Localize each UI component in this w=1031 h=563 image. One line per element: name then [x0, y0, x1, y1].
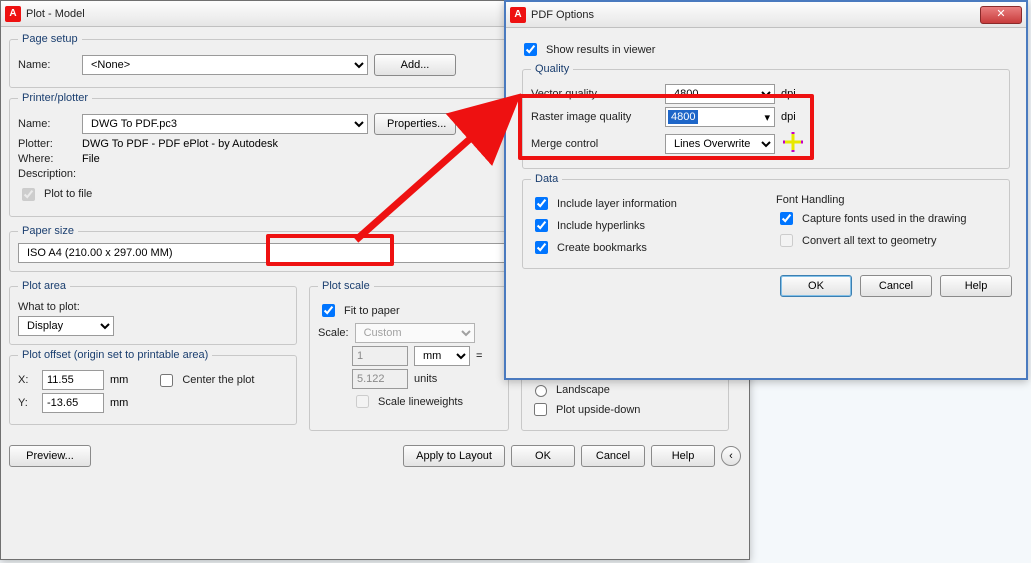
plot-offset-legend: Plot offset (origin set to printable are…: [18, 349, 212, 361]
vector-quality-unit: dpi: [781, 88, 796, 100]
scale-label: Scale:: [318, 327, 349, 339]
page-setup-legend: Page setup: [18, 33, 82, 45]
offset-y-input[interactable]: [42, 393, 104, 413]
pagesetup-name-dropdown[interactable]: <None>: [82, 55, 368, 75]
merge-control-dropdown[interactable]: Lines Overwrite: [665, 134, 775, 154]
raster-quality-dropdown[interactable]: 4800 ▾: [665, 107, 775, 127]
plot-scale-legend: Plot scale: [318, 280, 374, 292]
landscape-label: Landscape: [556, 384, 610, 396]
printer-properties-button[interactable]: Properties...: [374, 113, 456, 135]
include-layer-checkbox[interactable]: [535, 197, 548, 210]
equals-sign: =: [476, 350, 482, 362]
cursor-icon: [781, 130, 805, 157]
plot-button-bar: Preview... Apply to Layout OK Cancel Hel…: [9, 445, 741, 467]
center-plot-checkbox[interactable]: [160, 374, 173, 387]
capture-fonts-checkbox[interactable]: [780, 212, 793, 225]
plot-ok-button[interactable]: OK: [511, 445, 575, 467]
preview-button[interactable]: Preview...: [9, 445, 91, 467]
upside-down-label: Plot upside-down: [556, 404, 640, 416]
scale-unit-dropdown[interactable]: mm: [414, 346, 470, 366]
include-hyperlinks-label: Include hyperlinks: [557, 220, 645, 232]
description-label: Description:: [18, 168, 96, 180]
raster-quality-unit: dpi: [781, 111, 796, 123]
plot-area-legend: Plot area: [18, 280, 70, 292]
fit-to-paper-checkbox[interactable]: [322, 304, 335, 317]
include-hyperlinks-checkbox[interactable]: [535, 219, 548, 232]
scale-num-input: [352, 346, 408, 366]
offset-y-unit: mm: [110, 397, 128, 409]
merge-control-label: Merge control: [531, 138, 659, 150]
include-layer-label: Include layer information: [557, 198, 677, 210]
scale-lineweights-checkbox: [356, 395, 369, 408]
plot-area-group: Plot area What to plot: Display: [9, 280, 297, 345]
chevron-down-icon: ▾: [760, 111, 774, 124]
offset-x-input[interactable]: [42, 370, 104, 390]
convert-text-checkbox: [780, 234, 793, 247]
app-icon: A: [510, 7, 526, 23]
printer-name-label: Name:: [18, 118, 76, 130]
apply-to-layout-button[interactable]: Apply to Layout: [403, 445, 505, 467]
plot-offset-group: Plot offset (origin set to printable are…: [9, 349, 297, 425]
plotter-label: Plotter:: [18, 138, 76, 150]
scale-den-input: [352, 369, 408, 389]
quality-legend: Quality: [531, 63, 573, 75]
convert-text-label: Convert all text to geometry: [802, 235, 937, 247]
what-to-plot-label: What to plot:: [18, 301, 80, 313]
font-handling-label: Font Handling: [776, 194, 845, 206]
plotter-value: DWG To PDF - PDF ePlot - by Autodesk: [82, 138, 278, 150]
upside-down-checkbox[interactable]: [534, 403, 547, 416]
raster-quality-label: Raster image quality: [531, 111, 659, 123]
show-results-checkbox[interactable]: [524, 43, 537, 56]
scale-dropdown: Custom: [355, 323, 475, 343]
printer-name-dropdown[interactable]: DWG To PDF.pc3: [82, 114, 368, 134]
scale-lineweights-label: Scale lineweights: [378, 396, 463, 408]
where-label: Where:: [18, 153, 76, 165]
pdf-cancel-button[interactable]: Cancel: [860, 275, 932, 297]
printer-legend: Printer/plotter: [18, 92, 92, 104]
offset-x-unit: mm: [110, 374, 128, 386]
what-to-plot-dropdown[interactable]: Display: [18, 316, 114, 336]
offset-x-label: X:: [18, 374, 36, 386]
where-value: File: [82, 153, 100, 165]
quality-group: Quality Vector quality 4800 dpi Raster i…: [522, 63, 1010, 169]
papersize-legend: Paper size: [18, 225, 78, 237]
vector-quality-dropdown[interactable]: 4800: [665, 84, 775, 104]
plot-help-button[interactable]: Help: [651, 445, 715, 467]
create-bookmarks-label: Create bookmarks: [557, 242, 647, 254]
pagesetup-name-label: Name:: [18, 59, 76, 71]
capture-fonts-label: Capture fonts used in the drawing: [802, 213, 967, 225]
plot-cancel-button[interactable]: Cancel: [581, 445, 645, 467]
create-bookmarks-checkbox[interactable]: [535, 241, 548, 254]
raster-quality-value: 4800: [668, 110, 698, 124]
center-plot-label: Center the plot: [182, 374, 254, 386]
units-label: units: [414, 373, 437, 385]
pdf-ok-button[interactable]: OK: [780, 275, 852, 297]
pdf-title: PDF Options: [531, 9, 980, 21]
plot-scale-group: Plot scale Fit to paper Scale: Custom mm…: [309, 280, 509, 431]
data-group: Data Include layer information Include h…: [522, 173, 1010, 269]
pdf-titlebar[interactable]: A PDF Options ✕: [506, 2, 1026, 28]
data-legend: Data: [531, 173, 562, 185]
vector-quality-label: Vector quality: [531, 88, 659, 100]
pagesetup-add-button[interactable]: Add...: [374, 54, 456, 76]
plot-to-file-label: Plot to file: [44, 188, 92, 200]
show-results-label: Show results in viewer: [546, 44, 655, 56]
pdf-options-dialog: A PDF Options ✕ Show results in viewer Q…: [504, 0, 1028, 380]
pdf-help-button[interactable]: Help: [940, 275, 1012, 297]
fit-to-paper-label: Fit to paper: [344, 305, 400, 317]
landscape-radio[interactable]: [535, 385, 547, 397]
offset-y-label: Y:: [18, 397, 36, 409]
close-button[interactable]: ✕: [980, 6, 1022, 24]
expand-arrow-button[interactable]: ‹: [721, 446, 741, 466]
app-icon: A: [5, 6, 21, 22]
plot-to-file-checkbox: [22, 188, 35, 201]
